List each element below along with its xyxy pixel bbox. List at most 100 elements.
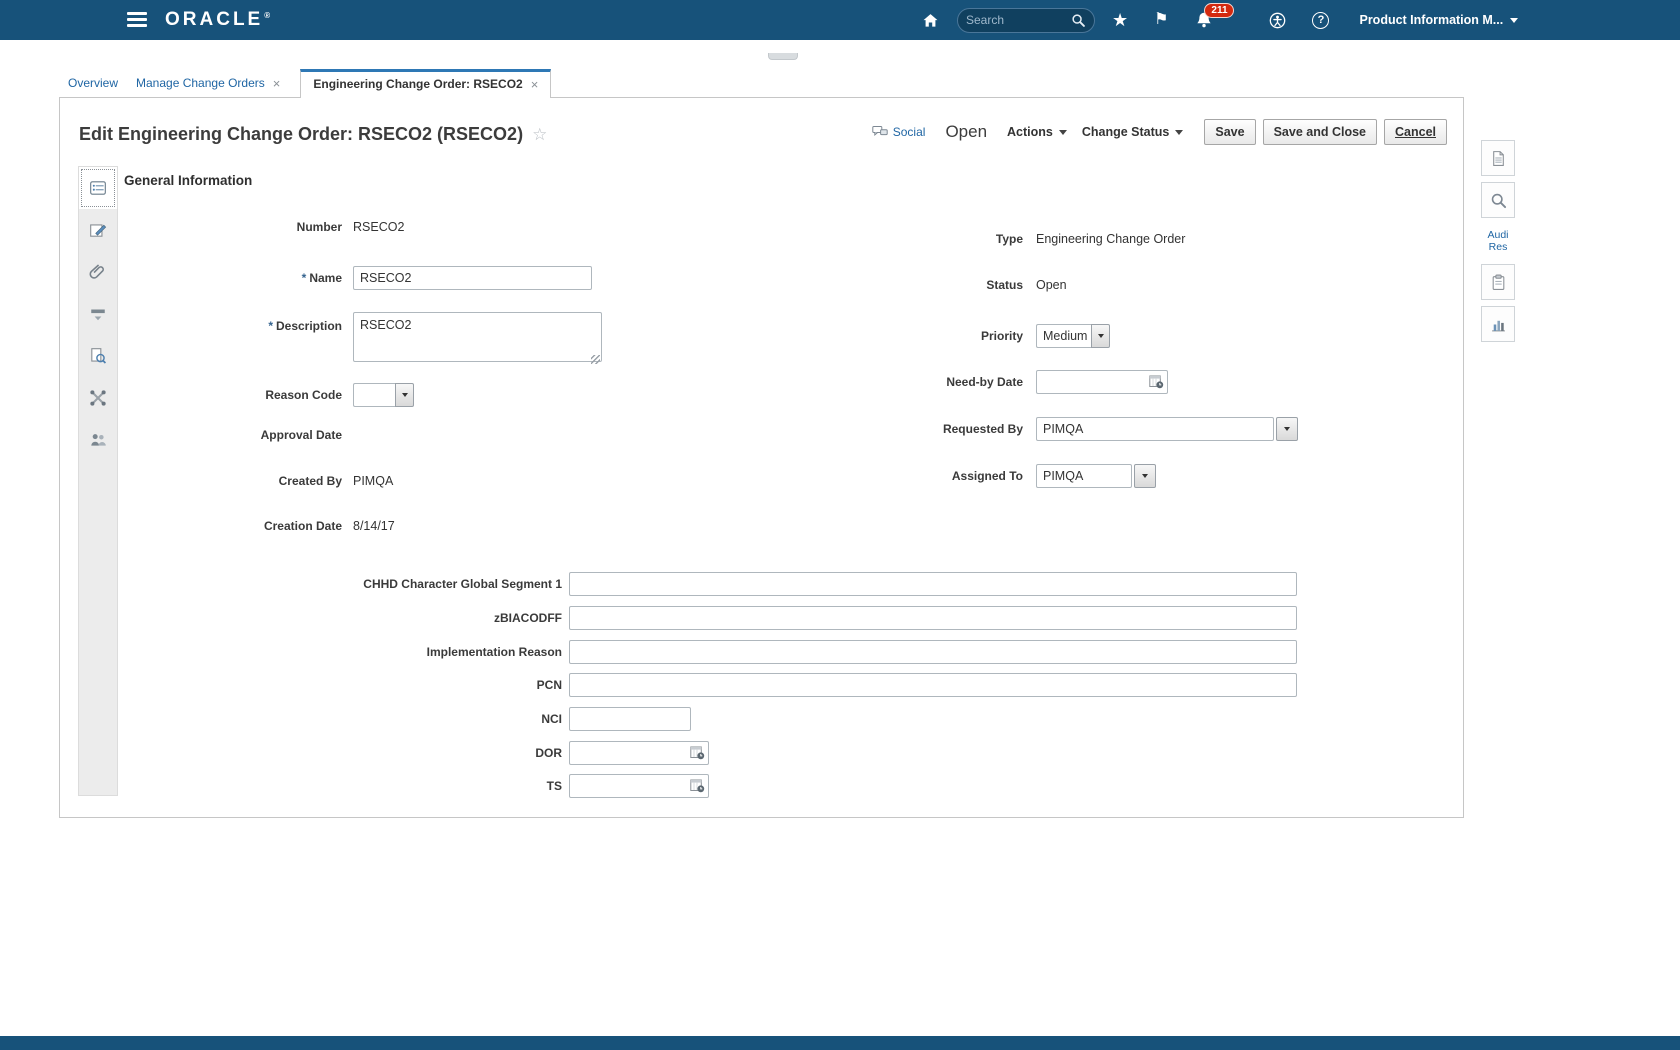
change-status-menu-button[interactable]: Change Status bbox=[1082, 125, 1184, 139]
date-picker-icon[interactable] bbox=[690, 778, 705, 793]
field-type: Type Engineering Change Order bbox=[823, 232, 1186, 246]
created-by-value: PIMQA bbox=[353, 474, 394, 488]
field-priority: Priority Medium bbox=[823, 324, 1110, 348]
field-implementation-reason: Implementation Reason bbox=[300, 640, 1297, 664]
rail-document-button[interactable] bbox=[1481, 140, 1515, 176]
cancel-button[interactable]: Cancel bbox=[1384, 119, 1447, 145]
status-value: Open bbox=[1036, 278, 1067, 292]
dor-label: DOR bbox=[535, 746, 562, 760]
chevron-down-icon bbox=[1510, 17, 1519, 23]
status-label: Status bbox=[986, 278, 1023, 292]
social-icon bbox=[872, 126, 888, 136]
requested-by-dropdown-icon[interactable] bbox=[1276, 417, 1298, 441]
favorite-page-star-icon[interactable]: ☆ bbox=[532, 125, 547, 145]
watchlist-flag-icon[interactable]: ⚑ bbox=[1154, 12, 1168, 28]
number-label: Number bbox=[296, 220, 342, 234]
page-title: Edit Engineering Change Order: RSECO2 (R… bbox=[79, 124, 547, 145]
search-icon[interactable] bbox=[1071, 13, 1086, 28]
paperclip-icon bbox=[89, 264, 104, 279]
tab-engineering-change-order[interactable]: Engineering Change Order: RSECO2 × bbox=[300, 69, 552, 98]
rail-search-button[interactable] bbox=[1481, 182, 1515, 218]
type-label: Type bbox=[995, 232, 1023, 246]
affected-items-icon bbox=[91, 309, 105, 321]
assigned-to-label: Assigned To bbox=[951, 469, 1023, 483]
close-tab-icon[interactable]: × bbox=[273, 77, 281, 90]
chhd-input[interactable] bbox=[569, 572, 1297, 596]
ts-input[interactable] bbox=[569, 774, 709, 798]
status-text: Open bbox=[945, 122, 988, 141]
close-tab-icon[interactable]: × bbox=[531, 78, 539, 91]
home-icon[interactable] bbox=[922, 12, 939, 29]
save-and-close-button[interactable]: Save and Close bbox=[1262, 119, 1377, 145]
sidebar-relationships-button[interactable] bbox=[79, 377, 117, 419]
rail-reports-button[interactable] bbox=[1481, 306, 1515, 342]
right-icon-rail: Audi Res bbox=[1481, 140, 1515, 348]
zbiacodff-input[interactable] bbox=[569, 606, 1297, 630]
assigned-to-input[interactable] bbox=[1036, 464, 1132, 488]
search-input[interactable] bbox=[966, 13, 1071, 27]
date-picker-icon[interactable] bbox=[690, 745, 705, 760]
priority-select[interactable]: Medium bbox=[1036, 324, 1091, 348]
social-button[interactable]: Social bbox=[872, 125, 926, 139]
resize-grip-icon[interactable] bbox=[591, 355, 600, 364]
pencil-icon bbox=[90, 224, 107, 237]
help-icon[interactable]: ? bbox=[1312, 11, 1330, 29]
assigned-to-dropdown-icon[interactable] bbox=[1134, 464, 1156, 488]
sidebar-attachments-button[interactable] bbox=[79, 251, 117, 293]
reason-code-select[interactable] bbox=[353, 383, 395, 407]
field-need-by-date: Need-by Date bbox=[823, 370, 1168, 394]
actions-menu-button[interactable]: Actions bbox=[1007, 125, 1067, 139]
save-button[interactable]: Save bbox=[1204, 119, 1256, 145]
requested-by-label: Requested By bbox=[942, 422, 1023, 436]
priority-dropdown-icon[interactable] bbox=[1091, 324, 1110, 348]
global-search-box[interactable] bbox=[957, 7, 1095, 33]
required-icon: * bbox=[301, 271, 307, 285]
priority-label: Priority bbox=[980, 329, 1023, 343]
implementation-reason-input[interactable] bbox=[569, 640, 1297, 664]
reason-code-dropdown-icon[interactable] bbox=[395, 383, 414, 407]
dor-input[interactable] bbox=[569, 741, 709, 765]
sidebar-affected-items-button[interactable] bbox=[79, 293, 117, 335]
help-question-glyph: ? bbox=[1312, 11, 1330, 29]
notification-badge: 211 bbox=[1204, 3, 1235, 18]
document-search-icon bbox=[91, 348, 107, 364]
creation-date-value: 8/14/17 bbox=[353, 519, 395, 533]
page-title-text: Edit Engineering Change Order: RSECO2 (R… bbox=[79, 124, 524, 144]
notifications-bell-icon[interactable]: 211 bbox=[1195, 3, 1235, 29]
social-label: Social bbox=[892, 125, 926, 139]
name-input[interactable] bbox=[353, 266, 592, 290]
requested-by-input[interactable] bbox=[1036, 417, 1274, 441]
tab-eco-label: Engineering Change Order: RSECO2 bbox=[313, 77, 523, 91]
nci-input[interactable] bbox=[569, 707, 691, 731]
chhd-label: CHHD Character Global Segment 1 bbox=[363, 577, 562, 591]
sidebar-impact-analysis-button[interactable] bbox=[79, 335, 117, 377]
description-textarea[interactable]: RSECO2 bbox=[353, 312, 602, 362]
field-creation-date: Creation Date 8/14/17 bbox=[120, 519, 395, 533]
date-picker-icon[interactable] bbox=[1149, 374, 1164, 389]
favorites-star-icon[interactable]: ★ bbox=[1112, 11, 1128, 29]
clipboard-icon bbox=[1492, 274, 1504, 290]
audit-results-label: Audi Res bbox=[1487, 228, 1509, 253]
field-requested-by: Requested By bbox=[823, 417, 1298, 441]
pcn-input[interactable] bbox=[569, 673, 1297, 697]
sidebar-edit-button[interactable] bbox=[79, 209, 117, 251]
tab-overview[interactable]: Overview bbox=[60, 76, 128, 98]
chevron-down-icon bbox=[1058, 129, 1067, 135]
accessibility-icon[interactable] bbox=[1269, 12, 1286, 29]
dynamic-tab-bar: Overview Manage Change Orders × Engineer… bbox=[60, 69, 552, 98]
header-controls: Social Open Actions Change Status Save S… bbox=[872, 119, 1447, 145]
rail-audit-results-link[interactable]: Audi Res bbox=[1481, 224, 1515, 258]
priority-value: Medium bbox=[1043, 329, 1088, 343]
rail-clipboard-button[interactable] bbox=[1481, 264, 1515, 300]
user-menu-label: Product Information M... bbox=[1359, 13, 1504, 27]
field-nci: NCI bbox=[300, 707, 691, 731]
sidebar-security-button[interactable] bbox=[79, 419, 117, 461]
tab-overview-label: Overview bbox=[68, 76, 119, 90]
sidebar-general-information-button[interactable] bbox=[79, 167, 117, 209]
user-menu[interactable]: Product Information M... bbox=[1359, 13, 1519, 27]
document-icon bbox=[1492, 150, 1504, 166]
navigator-menu-icon[interactable] bbox=[127, 12, 147, 27]
tab-manage-change-orders[interactable]: Manage Change Orders × bbox=[128, 76, 290, 98]
type-value: Engineering Change Order bbox=[1036, 232, 1186, 246]
collapse-handle-icon[interactable] bbox=[768, 53, 798, 60]
